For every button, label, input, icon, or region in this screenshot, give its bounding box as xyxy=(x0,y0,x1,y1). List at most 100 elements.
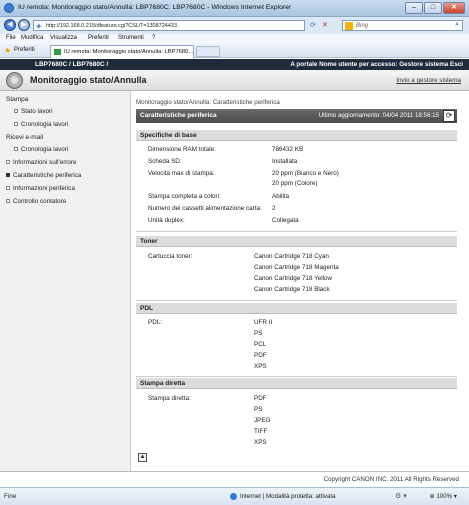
sidebar-item-stato-lavori[interactable]: Stato lavori xyxy=(14,108,53,115)
new-tab-button[interactable] xyxy=(196,46,220,57)
zoom-control[interactable]: ⊕ 100% ▾ xyxy=(429,493,457,500)
sidebar-item-cronologia-lavori-email[interactable]: Cronologia lavori xyxy=(14,146,68,153)
address-field[interactable]: ◈ http://192.168.0.215/dfeature.cgi?CSUT… xyxy=(33,20,305,31)
zoom-level: 100% xyxy=(436,493,453,500)
sd-value: Installata xyxy=(272,158,298,165)
footer: Copyright CANON INC. 2011 All Rights Res… xyxy=(0,471,469,487)
section-title: Toner xyxy=(140,238,158,245)
portal-user-links[interactable]: A portale Nome utente per accesso: Gesto… xyxy=(290,61,463,68)
globe-icon xyxy=(230,493,237,500)
color-label: Stampa completa a colori: xyxy=(148,193,221,200)
menu-file[interactable]: File xyxy=(6,35,16,41)
sidebar: Stampa Stato lavori Cronologia lavori Ri… xyxy=(0,91,131,471)
tab-title: IU remota: Monitoraggio stato/Annulla: L… xyxy=(64,49,194,55)
content-title: Caratteristiche periferica xyxy=(140,112,217,119)
divider xyxy=(136,300,457,301)
page-title: Monitoraggio stato/Annulla xyxy=(30,75,147,85)
search-box[interactable]: Bing ⌕ xyxy=(342,20,463,31)
ram-label: Dimensione RAM totale: xyxy=(148,146,216,153)
protected-mode-icon[interactable]: ⚙ ▾ xyxy=(395,492,407,500)
sidebar-item-label: Cronologia lavori xyxy=(21,146,69,153)
forward-button[interactable]: ▶ xyxy=(18,19,30,31)
page-icon: ◈ xyxy=(36,23,42,30)
ram-value: 786432 KB xyxy=(272,146,304,153)
address-toolbar: ◀ ▶ ◈ http://192.168.0.215/dfeature.cgi?… xyxy=(0,17,469,34)
address-url: http://192.168.0.215/dfeature.cgi?CSUT=1… xyxy=(46,23,178,29)
bullet-icon xyxy=(6,199,10,204)
divider xyxy=(136,376,457,377)
search-input[interactable]: Bing xyxy=(356,23,368,29)
status-text: Fine xyxy=(4,493,17,500)
toner-item: Canon Cartridge 718 Yellow xyxy=(254,275,333,282)
sidebar-item-label: Cronologia lavori xyxy=(21,121,69,128)
product-bar: LBP7680C / LBP7680C / A portale Nome ute… xyxy=(0,59,469,70)
sidebar-item-info-errore[interactable]: Informazioni sull'errore xyxy=(6,159,77,166)
refresh-button[interactable]: ⟳ xyxy=(443,110,455,122)
monitor-icon: ⊛ xyxy=(6,72,23,89)
pdl-item: PCL xyxy=(254,341,267,348)
back-to-top-icon[interactable]: ▲ xyxy=(138,453,147,462)
send-to-admin-link[interactable]: Invio a gestore sistema xyxy=(396,77,461,84)
stop-icon[interactable]: ✕ xyxy=(322,21,328,29)
printer-model: LBP7680C / LBP7680C / xyxy=(35,61,109,68)
direct-item: PS xyxy=(254,406,263,413)
section-header-base: Specifiche di base xyxy=(136,130,457,141)
bullet-icon xyxy=(6,160,10,165)
pdl-item: UFR II xyxy=(254,319,273,326)
back-button[interactable]: ◀ xyxy=(4,19,16,31)
section-title: Specifiche di base xyxy=(140,132,197,139)
menu-help[interactable]: ? xyxy=(152,35,155,41)
sidebar-item-info-periferica[interactable]: Informazioni periferica xyxy=(6,185,75,192)
favorites-bar: ★ Preferiti IU remota: Monitoraggio stat… xyxy=(0,44,469,58)
sd-label: Scheda SD: xyxy=(148,158,182,165)
last-updated: Ultimo aggiornamento: 04/04 2011 18:56:1… xyxy=(318,112,439,119)
toner-label: Cartuccia toner: xyxy=(148,253,193,260)
pdl-label: PDL: xyxy=(148,319,162,326)
tab-page-icon xyxy=(54,49,61,55)
speed-label: Velocità max di stampa: xyxy=(148,170,215,177)
refresh-icon[interactable]: ⟳ xyxy=(310,21,316,29)
trays-label: Numero dei cassetti alimentazione carta: xyxy=(148,205,262,212)
content-title-bar: Caratteristiche periferica Ultimo aggior… xyxy=(136,109,457,123)
menu-strumenti[interactable]: Strumenti xyxy=(118,35,144,41)
sidebar-item-label: Informazioni periferica xyxy=(13,185,75,192)
menu-preferiti[interactable]: Preferiti xyxy=(88,35,109,41)
favorites-button[interactable]: Preferiti xyxy=(14,47,35,53)
direct-item: XPS xyxy=(254,439,267,446)
section-header-direct: Stampa diretta xyxy=(136,378,457,389)
direct-item: JPEG xyxy=(254,417,271,424)
close-button[interactable]: ✕ xyxy=(443,2,465,14)
menu-modifica[interactable]: Modifica xyxy=(21,35,43,41)
minimize-button[interactable]: – xyxy=(405,2,423,14)
sidebar-item-label: Caratteristiche periferica xyxy=(13,172,82,179)
page-header: ⊛ Monitoraggio stato/Annulla Invio a ges… xyxy=(0,70,469,91)
speed-value-color: 20 ppm (Colore) xyxy=(272,180,318,187)
trays-value: 2 xyxy=(272,205,276,212)
speed-value-bw: 20 ppm (Bianco e Nero) xyxy=(272,170,339,177)
pdl-item: PS xyxy=(254,330,263,337)
bullet-icon xyxy=(14,147,18,152)
sidebar-section-ricevi-email: Ricevi e-mail xyxy=(6,134,44,141)
search-icon[interactable]: ⌕ xyxy=(455,21,459,29)
direct-item: TIFF xyxy=(254,428,268,435)
bullet-icon xyxy=(14,122,18,127)
menu-visualizza[interactable]: Visualizza xyxy=(50,35,77,41)
breadcrumb: Monitoraggio stato/Annulla: Caratteristi… xyxy=(136,99,280,106)
browser-tab[interactable]: IU remota: Monitoraggio stato/Annulla: L… xyxy=(50,45,194,58)
direct-label: Stampa diretta: xyxy=(148,395,191,402)
pdl-item: PDF xyxy=(254,352,267,359)
duplex-value: Collegata xyxy=(272,217,299,224)
bullet-icon xyxy=(6,173,10,178)
maximize-button[interactable]: □ xyxy=(424,2,442,14)
color-value: Abilita xyxy=(272,193,290,200)
sidebar-item-label: Informazioni sull'errore xyxy=(13,159,77,166)
window-titlebar: IU remota: Monitoraggio stato/Annulla: L… xyxy=(0,0,469,17)
favorites-star-icon[interactable]: ★ xyxy=(4,46,11,55)
sidebar-item-caratteristiche[interactable]: Caratteristiche periferica xyxy=(6,172,81,179)
section-header-pdl: PDL xyxy=(136,303,457,314)
security-zone: Internet | Modalità protetta: attivata xyxy=(230,493,336,500)
sidebar-item-cronologia-lavori[interactable]: Cronologia lavori xyxy=(14,121,68,128)
sidebar-item-controllo-contatore[interactable]: Controllo contatore xyxy=(6,198,66,205)
toner-item: Canon Cartridge 718 Magenta xyxy=(254,264,339,271)
bing-icon xyxy=(345,22,353,30)
